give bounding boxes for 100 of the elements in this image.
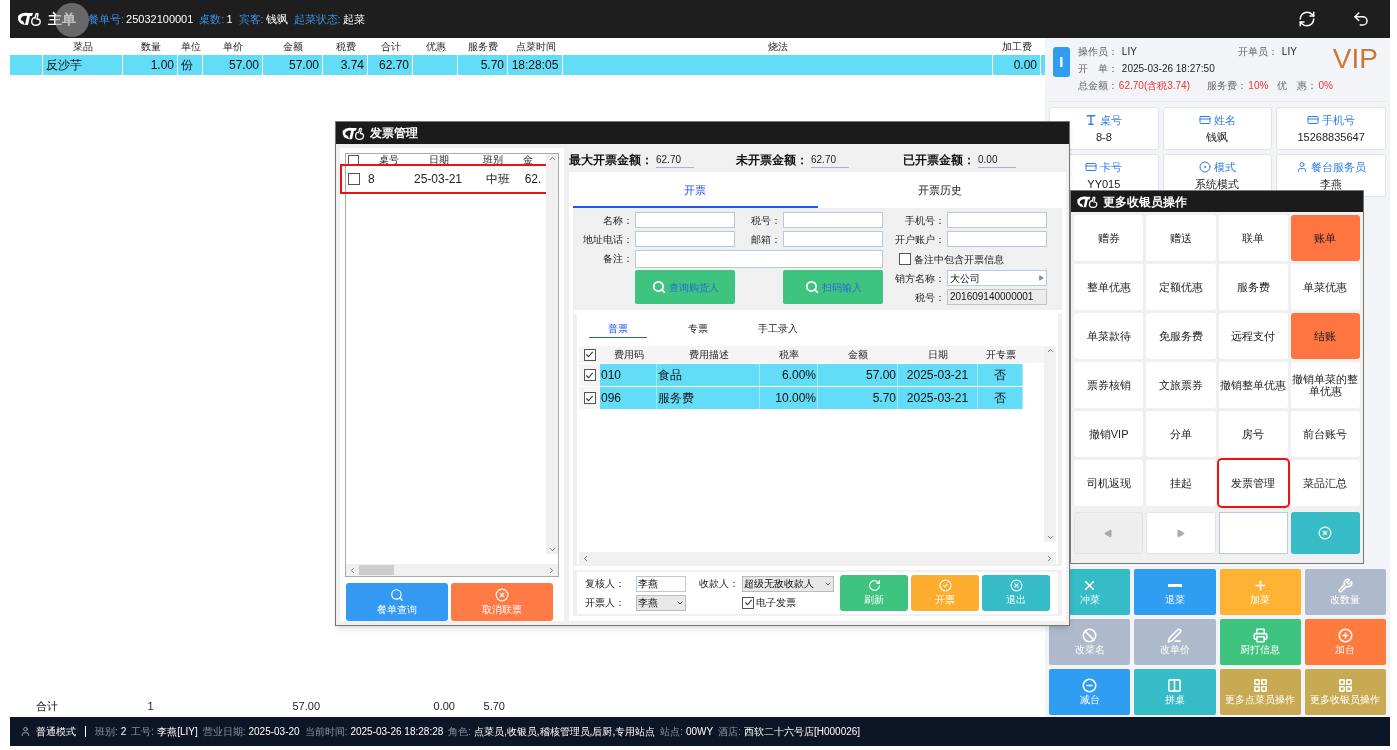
logo-icon bbox=[16, 11, 42, 27]
table-cell: 57.00 bbox=[288, 58, 319, 72]
table-cell: 57.00 bbox=[818, 364, 898, 386]
reviewer-field[interactable]: 李燕 bbox=[636, 575, 686, 592]
scroll-down-icon[interactable] bbox=[1045, 533, 1055, 542]
column-header: 单价 bbox=[223, 41, 243, 52]
issuer-select[interactable]: 李燕 bbox=[636, 594, 686, 611]
input-field[interactable] bbox=[1218, 512, 1288, 554]
card-icon bbox=[1085, 161, 1098, 174]
search-icon bbox=[804, 280, 819, 294]
operation-button[interactable]: 结账 bbox=[1290, 313, 1360, 359]
close-button[interactable] bbox=[1290, 512, 1360, 554]
operation-button[interactable]: 司机返现 bbox=[1074, 460, 1144, 506]
checkbox[interactable] bbox=[742, 596, 754, 609]
seller-select[interactable]: 大公司 bbox=[947, 270, 1047, 286]
operation-button[interactable]: 文旅票券 bbox=[1146, 362, 1216, 408]
refresh-icon[interactable] bbox=[1298, 10, 1316, 28]
operation-button[interactable]: 房号 bbox=[1218, 411, 1288, 457]
operation-button[interactable]: 前台账号 bbox=[1290, 411, 1360, 457]
operation-button[interactable]: 撤销单菜的整单优惠 bbox=[1290, 362, 1360, 408]
operation-button[interactable]: 远程支付 bbox=[1218, 313, 1288, 359]
invoice-type-tab[interactable]: 手工录入 bbox=[749, 320, 807, 338]
wrench-icon bbox=[1337, 577, 1353, 593]
order-row[interactable]: 反沙芋 1.00 份 57.00 57.00 3.74 62.70 5.70 18:28:05 0.00 bbox=[10, 55, 1045, 75]
slash-circle-icon bbox=[1082, 627, 1098, 643]
operation-button[interactable]: 菜品汇总 bbox=[1290, 460, 1360, 506]
operation-button[interactable]: 票券核销 bbox=[1074, 362, 1144, 408]
invoice-type-tab[interactable]: 专票 bbox=[669, 320, 727, 338]
total-value: 1 bbox=[147, 699, 154, 712]
close-circle-icon bbox=[1009, 579, 1023, 592]
operation-button[interactable]: 定额优惠 bbox=[1146, 264, 1216, 310]
table-cell-text: 25-03-21 bbox=[412, 171, 463, 188]
table-cell: 096 bbox=[600, 387, 657, 409]
operation-button[interactable]: 撤销整单优惠 bbox=[1218, 362, 1288, 408]
column-header: 金额 bbox=[283, 41, 303, 52]
grid-icon bbox=[1252, 677, 1268, 693]
info-tile[interactable]: 姓名 钱飒 bbox=[1162, 107, 1273, 150]
info-tile[interactable]: 手机号 15268835647 bbox=[1276, 107, 1386, 150]
operation-button[interactable]: 联单 bbox=[1218, 215, 1288, 261]
tile-value: 系统模式 bbox=[1195, 176, 1240, 192]
scroll-up-icon[interactable] bbox=[547, 154, 557, 163]
operation-button[interactable]: 账单 bbox=[1290, 215, 1360, 261]
scroll-up-icon[interactable] bbox=[1045, 346, 1055, 355]
table-cell: 食品 bbox=[657, 364, 760, 386]
horizontal-scrollbar[interactable] bbox=[346, 564, 558, 576]
input-field[interactable] bbox=[783, 231, 883, 247]
scroll-thumb[interactable] bbox=[359, 565, 394, 575]
table-cell-text: 62. bbox=[523, 171, 543, 188]
operation-button[interactable]: 撤销VIP bbox=[1074, 411, 1144, 457]
operation-button[interactable]: 单菜优惠 bbox=[1290, 264, 1360, 310]
scroll-right-icon[interactable] bbox=[547, 565, 556, 575]
checkbox[interactable] bbox=[348, 173, 360, 185]
field-label: 收款人： bbox=[698, 577, 739, 591]
operation-button[interactable]: 服务费 bbox=[1218, 264, 1288, 310]
right-triangle-icon bbox=[1176, 528, 1186, 538]
checkbox[interactable] bbox=[583, 369, 596, 381]
input-field[interactable] bbox=[635, 212, 735, 228]
operation-button[interactable]: 赠送 bbox=[1146, 215, 1216, 261]
scroll-left-icon[interactable] bbox=[581, 553, 590, 563]
input-field[interactable] bbox=[947, 231, 1047, 247]
checkbox[interactable] bbox=[348, 154, 359, 166]
operation-button[interactable]: 免服务费 bbox=[1146, 313, 1216, 359]
horizontal-scrollbar[interactable] bbox=[579, 552, 1056, 564]
tax-number-field[interactable]: 201609140000001 bbox=[947, 289, 1047, 305]
option-label: 电子发票 bbox=[756, 596, 796, 610]
bar-label: 宾客: bbox=[238, 11, 264, 27]
t-shape-icon bbox=[1085, 114, 1098, 127]
checkbox[interactable] bbox=[899, 253, 911, 265]
scroll-left-icon[interactable] bbox=[348, 565, 357, 575]
scroll-right-icon[interactable] bbox=[1045, 553, 1054, 563]
invoice-type-tab[interactable]: 普票 bbox=[589, 320, 647, 338]
input-field[interactable] bbox=[635, 231, 735, 247]
bill-row[interactable]: 8 25-03-21 中班 62. bbox=[342, 166, 550, 192]
vertical-scrollbar[interactable] bbox=[546, 154, 558, 554]
operation-button[interactable]: 单菜款待 bbox=[1074, 313, 1144, 359]
input-field[interactable] bbox=[635, 250, 883, 268]
tile-label: 姓名 bbox=[1214, 113, 1236, 128]
input-field[interactable] bbox=[947, 212, 1047, 228]
scroll-down-icon[interactable] bbox=[547, 545, 557, 554]
info-value: 2025-03-26 18:27:50 bbox=[1121, 62, 1215, 76]
checkbox[interactable] bbox=[583, 392, 596, 404]
checkbox[interactable] bbox=[583, 348, 596, 361]
operation-button[interactable]: 挂起 bbox=[1146, 460, 1216, 506]
column-header: 班别 bbox=[482, 154, 504, 166]
operation-button[interactable]: 分单 bbox=[1146, 411, 1216, 457]
back-icon[interactable] bbox=[1352, 10, 1370, 28]
payee-select[interactable]: 超级无敌收款人 bbox=[742, 575, 834, 592]
grid-icon bbox=[1337, 677, 1353, 693]
status-label: 当前时间: bbox=[304, 725, 348, 739]
logo-icon bbox=[1075, 194, 1099, 209]
operation-button[interactable]: 发票管理 bbox=[1218, 460, 1288, 506]
minus-icon bbox=[1167, 583, 1182, 587]
status-label: 班别: bbox=[95, 725, 118, 739]
operation-button[interactable]: 整单优惠 bbox=[1074, 264, 1144, 310]
field-label: 地址电话： bbox=[582, 233, 633, 247]
bar-label: 起菜状态: bbox=[293, 11, 341, 27]
input-field[interactable] bbox=[783, 212, 883, 228]
operation-button[interactable]: 赠券 bbox=[1074, 215, 1144, 261]
tile-value: 钱飒 bbox=[1206, 129, 1229, 145]
vertical-scrollbar[interactable] bbox=[1044, 346, 1056, 542]
